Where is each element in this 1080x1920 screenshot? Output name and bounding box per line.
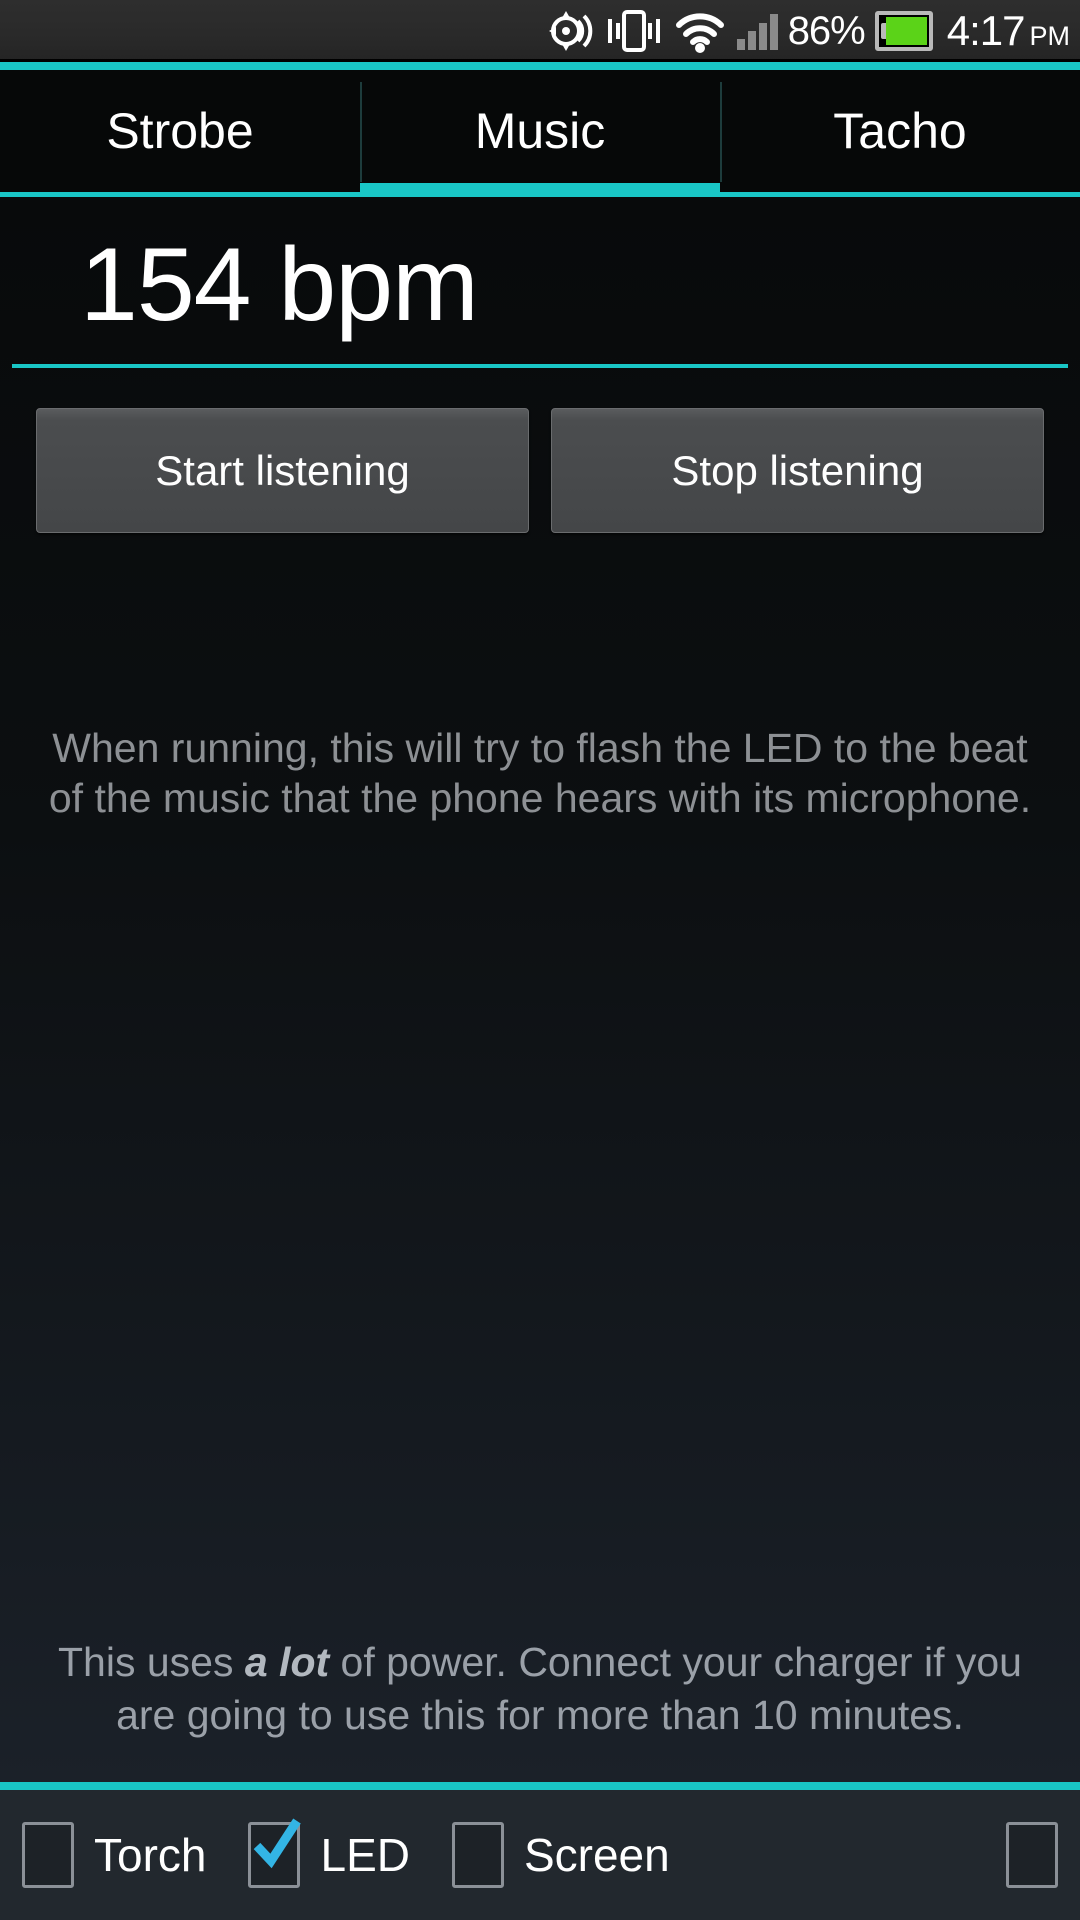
gps-icon	[547, 9, 595, 53]
checkbox-item-extra[interactable]	[1006, 1822, 1058, 1888]
extra-checkbox[interactable]	[1006, 1822, 1058, 1888]
stop-listening-button[interactable]: Stop listening	[551, 408, 1044, 534]
checkbox-item-screen[interactable]: Screen	[451, 1822, 712, 1888]
torch-checkbox-label: Torch	[94, 1829, 207, 1881]
battery-percent-label: 86%	[787, 8, 866, 53]
checkmark-icon	[254, 1818, 302, 1869]
screen-checkbox[interactable]	[451, 1822, 504, 1888]
app-screen: 86% 4:17 PM Strobe Music Tacho 154 bpm S…	[0, 0, 1080, 1920]
vibrate-icon	[605, 9, 663, 53]
output-mode-bar: Torch LED Screen	[0, 1790, 1080, 1920]
power-warning-emphasis: a lot	[244, 1639, 330, 1685]
tab-active-indicator	[359, 183, 720, 192]
led-checkbox[interactable]	[248, 1818, 302, 1888]
tab-strobe[interactable]: Strobe	[0, 70, 360, 192]
tab-music[interactable]: Music	[360, 70, 720, 192]
power-warning-part1: This uses	[58, 1639, 245, 1685]
start-listening-button[interactable]: Start listening	[36, 408, 529, 534]
battery-icon	[874, 11, 933, 51]
listen-button-row: Start listening Stop listening	[0, 368, 1080, 534]
checkbox-item-led[interactable]: LED	[248, 1818, 451, 1888]
bpm-value: 154 bpm	[80, 227, 479, 343]
description-paragraph: When running, this will try to flash the…	[48, 725, 1032, 822]
tab-tacho-label: Tacho	[833, 103, 967, 159]
tab-tacho[interactable]: Tacho	[720, 70, 1080, 192]
accent-rule-top	[0, 62, 1080, 70]
led-checkbox-label: LED	[320, 1829, 410, 1881]
clock-ampm: PM	[1029, 21, 1071, 51]
accent-rule-bottom	[0, 1782, 1080, 1790]
tab-music-label: Music	[474, 103, 606, 159]
wifi-icon	[673, 9, 727, 53]
clock-time: 4:17	[946, 7, 1026, 54]
clock: 4:17 PM	[947, 7, 1070, 55]
torch-checkbox[interactable]	[22, 1822, 74, 1888]
tab-bar: Strobe Music Tacho	[0, 70, 1080, 197]
status-bar: 86% 4:17 PM	[0, 0, 1080, 62]
screen-checkbox-label: Screen	[523, 1829, 670, 1881]
main-content: 154 bpm Start listening Stop listening W…	[0, 197, 1080, 1782]
checkbox-item-torch[interactable]: Torch	[22, 1822, 248, 1888]
signal-icon	[736, 12, 778, 50]
tab-strobe-label: Strobe	[106, 103, 254, 159]
description-text: When running, this will try to flash the…	[0, 723, 1080, 823]
power-warning-text: This uses a lot of power. Connect your c…	[0, 1636, 1080, 1782]
